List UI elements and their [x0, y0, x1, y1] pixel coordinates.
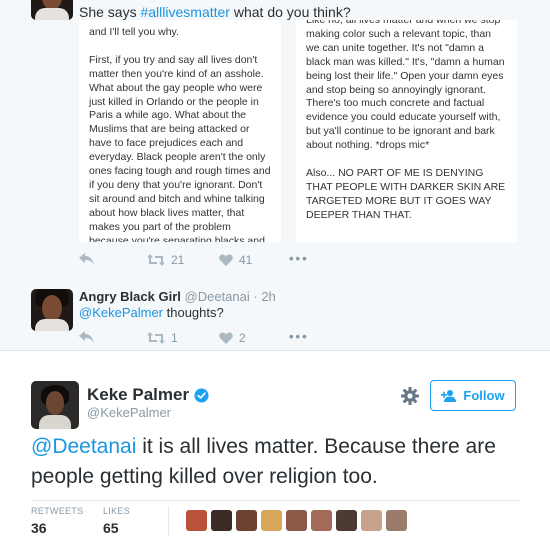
liker-avatar[interactable]	[186, 510, 207, 531]
like-count: 41	[239, 253, 253, 267]
retweet-count: 1	[171, 331, 178, 345]
user-handle[interactable]: @Deetanai	[185, 289, 250, 304]
divider	[168, 506, 169, 536]
like-button[interactable]: 2	[219, 331, 246, 345]
follow-button[interactable]: Follow	[430, 380, 516, 411]
retweets-label: RETWEETS	[31, 506, 84, 516]
image-text-left: and I'll tell you why. First, if you try…	[89, 26, 271, 242]
image-text-right: Like no, all lives matter and when we st…	[306, 20, 506, 221]
divider	[0, 350, 550, 351]
tweet-image-right[interactable]: Like no, all lives matter and when we st…	[296, 20, 517, 242]
tweet-actions: 21 41 •••	[79, 251, 379, 273]
retweets-count: 36	[31, 520, 47, 536]
liker-avatar[interactable]	[311, 510, 332, 531]
tweet-time[interactable]: 2h	[261, 289, 275, 304]
avatar[interactable]	[31, 381, 79, 429]
tweet-text: @KekePalmer thoughts?	[79, 305, 224, 320]
retweet-icon	[147, 254, 165, 266]
avatar[interactable]	[31, 0, 73, 20]
liker-avatar[interactable]	[386, 510, 407, 531]
liker-avatar[interactable]	[236, 510, 257, 531]
tweet-text: @Deetanai it is all lives matter. Becaus…	[31, 435, 496, 488]
reply-icon[interactable]	[79, 253, 94, 265]
like-icon	[219, 254, 233, 266]
liker-avatar[interactable]	[361, 510, 382, 531]
like-button[interactable]: 41	[219, 253, 252, 267]
retweet-stat[interactable]: RETWEETS 36	[31, 506, 83, 536]
liker-avatar[interactable]	[286, 510, 307, 531]
like-icon	[219, 332, 233, 344]
user-name[interactable]: Keke Palmer	[87, 385, 209, 405]
tweet-text: She says #alllivesmatter what do you thi…	[79, 4, 351, 20]
retweet-button[interactable]: 21	[147, 253, 184, 267]
user-name[interactable]: Angry Black Girl	[79, 289, 181, 304]
liker-avatar[interactable]	[261, 510, 282, 531]
gear-icon[interactable]	[400, 386, 420, 406]
mention-link[interactable]: @Deetanai	[31, 435, 136, 458]
reply-icon[interactable]	[79, 331, 94, 343]
avatar[interactable]	[31, 289, 73, 331]
likes-label: LIKES	[103, 506, 131, 516]
like-count: 2	[239, 331, 246, 345]
hashtag-link[interactable]: #alllivesmatter	[140, 4, 229, 20]
more-icon[interactable]: •••	[289, 329, 309, 344]
verified-icon	[194, 387, 209, 403]
liker-avatar[interactable]	[336, 510, 357, 531]
mention-link[interactable]: @KekePalmer	[79, 305, 163, 320]
user-handle[interactable]: @KekePalmer	[87, 405, 171, 420]
retweet-button[interactable]: 1	[147, 331, 178, 345]
retweet-icon	[147, 332, 165, 344]
add-user-icon	[441, 389, 457, 402]
more-icon[interactable]: •••	[289, 251, 309, 266]
divider	[31, 500, 519, 501]
likes-stat[interactable]: LIKES 65	[103, 506, 130, 536]
retweet-count: 21	[171, 253, 185, 267]
likes-count: 65	[103, 520, 119, 536]
follow-label: Follow	[463, 388, 505, 403]
tweet-header: Angry Black Girl @Deetanai · 2h	[79, 289, 276, 304]
tweet-image-left[interactable]: and I'll tell you why. First, if you try…	[79, 20, 281, 242]
liker-avatar[interactable]	[211, 510, 232, 531]
tweet-actions: 1 2 •••	[79, 329, 379, 351]
